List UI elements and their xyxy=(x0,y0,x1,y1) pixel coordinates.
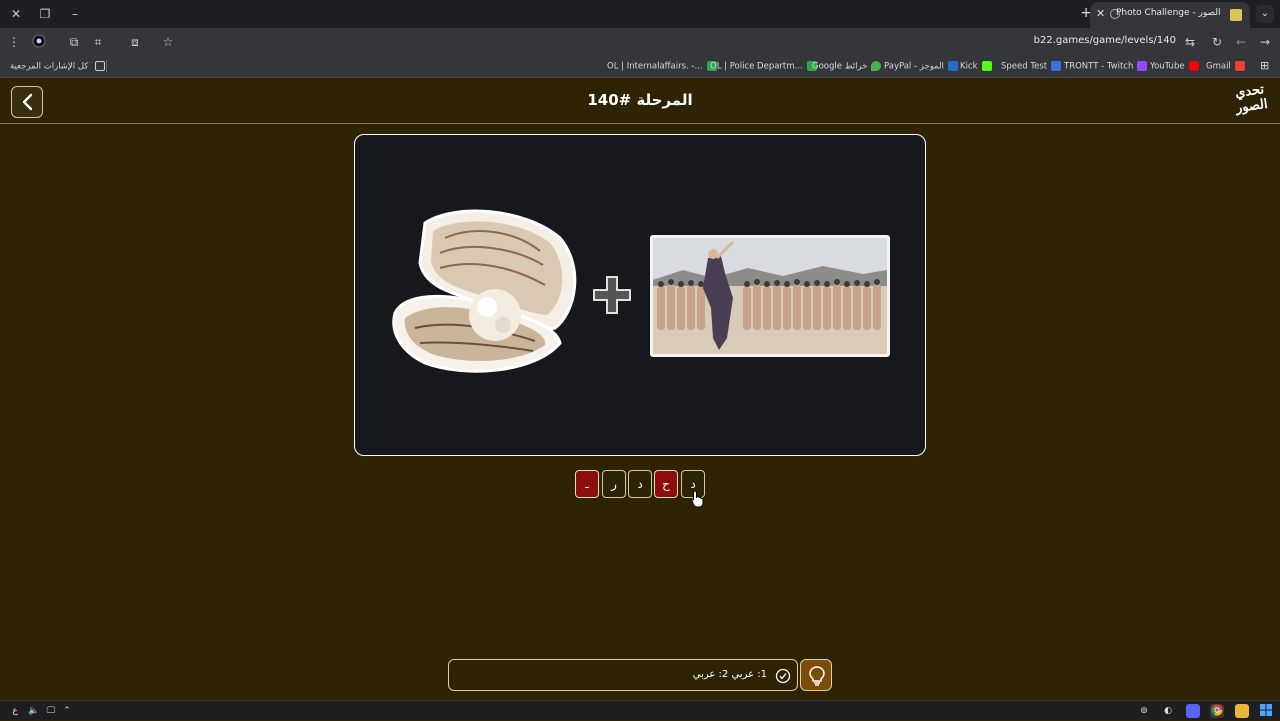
bookmark-item[interactable]: OL | Police Departm... xyxy=(710,61,817,72)
bookmark-star-icon[interactable]: ☆ xyxy=(160,34,176,50)
os-taskbar: ع 🔈 🖵 ⌃ ⊚ ◐ xyxy=(0,700,1280,720)
window-minimize-icon[interactable]: – xyxy=(67,6,83,22)
apps-grid-icon[interactable]: ⊞ xyxy=(1260,59,1269,72)
puzzle-card xyxy=(354,134,926,456)
window-close-icon[interactable]: ✕ xyxy=(8,6,24,22)
discord-icon[interactable] xyxy=(1186,704,1200,718)
bookmark-item[interactable]: Kick xyxy=(960,61,992,72)
paypal-icon xyxy=(947,61,958,71)
all-bookmarks-label: كل الإشارات المرجعية xyxy=(10,61,89,72)
start-windows-icon[interactable] xyxy=(1259,704,1273,718)
taskbar-app-icon[interactable]: ⊚ xyxy=(1137,704,1151,718)
answer-slot[interactable]: ر xyxy=(602,470,626,498)
bookmarks-divider xyxy=(106,60,107,72)
answer-slot[interactable]: د xyxy=(628,470,652,498)
gmail-icon xyxy=(1234,61,1245,71)
folk-dance-group-image xyxy=(650,235,890,357)
window-restore-icon[interactable]: ❐ xyxy=(37,6,53,22)
network-icon[interactable]: 🖵 xyxy=(44,704,58,718)
bookmark-label: PayPal - الموجز xyxy=(884,61,944,72)
bookmark-item[interactable]: PayPal - الموجز xyxy=(884,61,958,72)
url-text[interactable]: b22.games/game/levels/140 xyxy=(1034,35,1176,46)
folder-icon xyxy=(95,61,106,71)
bookmark-label: Gmail xyxy=(1206,61,1231,72)
bookmark-item[interactable]: OL | Internalaffairs. -... xyxy=(607,61,717,72)
back-arrow-icon[interactable]: ← xyxy=(1233,34,1249,50)
bookmark-item[interactable]: Google خرائط xyxy=(812,61,882,72)
bookmark-label: TRONTT - Twitch xyxy=(1064,61,1134,72)
taskbar-app-icon[interactable]: ◐ xyxy=(1161,704,1175,718)
reload-icon[interactable]: ↻ xyxy=(1209,34,1225,50)
back-button[interactable] xyxy=(11,86,43,118)
menu-dots-icon[interactable]: ⋮ xyxy=(6,34,22,50)
bookmark-item[interactable]: Speed Test xyxy=(1001,61,1062,72)
pearl-oyster-image xyxy=(385,203,581,379)
level-title: المرحلة #140 xyxy=(587,91,693,109)
maps-pin-icon xyxy=(871,61,882,71)
game-header: المرحلة #140 تحدي الصور xyxy=(0,78,1280,124)
site-favicon-icon xyxy=(1230,9,1242,21)
tray-chevron-up-icon[interactable]: ⌃ xyxy=(60,704,74,718)
answer-slot[interactable]: ح xyxy=(654,470,678,498)
game-logo[interactable]: تحدي الصور xyxy=(1230,82,1272,121)
bookmarks-bar: كل الإشارات المرجعية OL | Internalaffair… xyxy=(0,56,1280,78)
lightbulb-icon xyxy=(809,666,825,686)
bookmark-label: Kick xyxy=(960,61,978,72)
bookmark-label: OL | Police Departm... xyxy=(710,61,803,72)
address-bar[interactable]: b22.games/game/levels/140 ⇆ xyxy=(180,31,1200,53)
bookmark-label: YouTube xyxy=(1150,61,1185,72)
tab-search-icon[interactable]: ⌄ xyxy=(1256,5,1274,23)
profile-avatar-icon[interactable] xyxy=(31,34,47,50)
language-indicator[interactable]: ع xyxy=(8,704,22,718)
plus-icon xyxy=(592,275,632,315)
forward-arrow-icon[interactable]: → xyxy=(1257,34,1273,50)
bookmark-label: OL | Internalaffairs. -... xyxy=(607,61,703,72)
tab-photo-challenge[interactable]: ✕ Photo Challenge - تحدي الصور xyxy=(1090,2,1250,28)
kick-icon xyxy=(981,61,992,71)
all-bookmarks-folder[interactable]: كل الإشارات المرجعية xyxy=(10,61,106,72)
tab-close-icon[interactable]: ✕ xyxy=(1096,7,1105,20)
bookmark-label: Google خرائط xyxy=(812,61,868,72)
hint-bulb-button[interactable] xyxy=(800,659,832,691)
volume-icon[interactable]: 🔈 xyxy=(27,704,41,718)
browser-toolbar: ⋮ ⧉ ⌗ ⧈ ☆ b22.games/game/levels/140 ⇆ ↻ … xyxy=(0,28,1280,56)
game-page: المرحلة #140 تحدي الصور ـ ر د ح د 1: عرب… xyxy=(0,78,1280,700)
bookmark-item[interactable]: YouTube xyxy=(1150,61,1199,72)
bookmark-item[interactable]: TRONTT - Twitch xyxy=(1064,61,1148,72)
youtube-icon xyxy=(1188,61,1199,71)
browser-tab-strip: ✕ ❐ – + ✕ Photo Challenge - تحدي الصور ⌄ xyxy=(0,0,1280,28)
translate-icon[interactable]: ⌗ xyxy=(90,34,106,50)
extensions-icon[interactable]: ⧈ xyxy=(127,34,143,50)
category-check-icon xyxy=(775,668,791,684)
bookmark-label: Speed Test xyxy=(1001,61,1048,72)
answer-slots: ـ ر د ح د xyxy=(574,470,708,500)
hint-text: 1: عربي 2: عربي xyxy=(692,669,767,680)
answer-slot[interactable]: ـ xyxy=(575,470,599,498)
chevron-left-icon xyxy=(22,93,33,111)
chrome-icon[interactable] xyxy=(1210,704,1224,718)
speedtest-icon xyxy=(1051,61,1062,71)
tab-title: Photo Challenge - تحدي الصور xyxy=(1116,8,1224,18)
hand-pointer-cursor-icon xyxy=(691,490,705,508)
twitch-icon xyxy=(1137,61,1148,71)
screenshot-icon[interactable]: ⧉ xyxy=(66,34,82,50)
bookmark-item[interactable]: Gmail xyxy=(1206,61,1245,72)
hint-bar[interactable]: 1: عربي 2: عربي xyxy=(448,659,798,691)
file-explorer-icon[interactable] xyxy=(1235,704,1249,718)
site-settings-icon[interactable]: ⇆ xyxy=(1182,34,1198,50)
